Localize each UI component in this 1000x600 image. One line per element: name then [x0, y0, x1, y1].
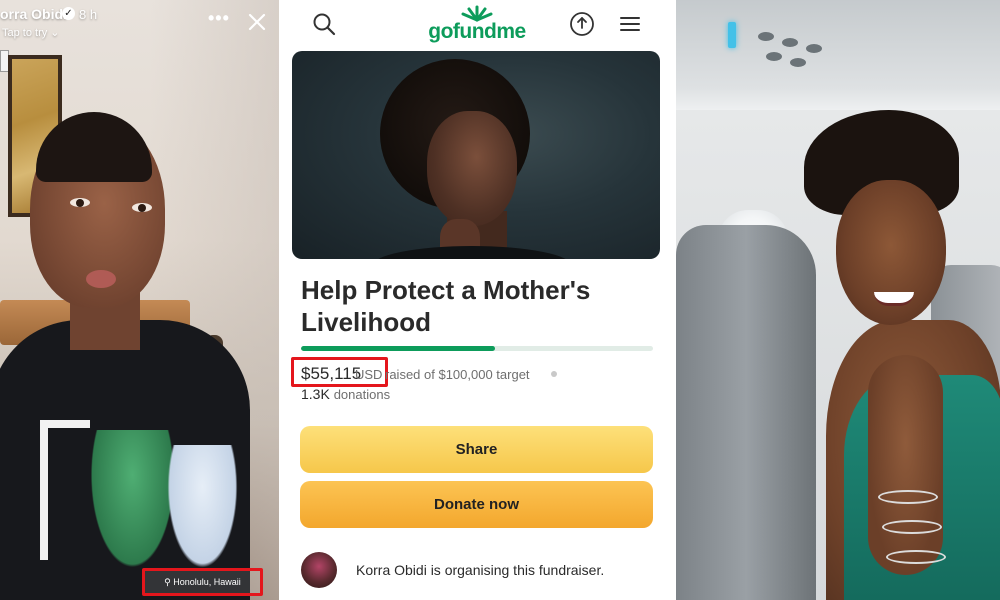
currency-code: USD: [355, 367, 383, 382]
donation-count: 1.3K donations: [301, 386, 390, 402]
more-options-icon[interactable]: •••: [208, 8, 230, 29]
organiser-avatar: [301, 552, 337, 588]
air-vents: [758, 28, 828, 68]
verified-badge-icon: ✓: [62, 7, 75, 20]
donate-now-button[interactable]: Donate now: [300, 481, 653, 528]
search-icon[interactable]: [311, 11, 337, 37]
story-username[interactable]: orra Obidi: [0, 6, 67, 22]
close-icon[interactable]: [247, 12, 267, 32]
screenshot-collage: orra Obidi ✓ 8 h Tap to try ⌄ ••• ⚲ Hono…: [0, 0, 1000, 600]
arm-bangle: [878, 490, 938, 504]
separator-dot: [551, 371, 557, 377]
shirt-print-character: [160, 445, 245, 585]
campaign-title: Help Protect a Mother's Livelihood: [301, 275, 591, 337]
eye: [132, 203, 152, 212]
overhead-panel: [676, 0, 1000, 110]
progress-fill: [301, 346, 495, 351]
story-time: 8 h: [79, 7, 98, 22]
share-button[interactable]: Share: [300, 426, 653, 473]
menu-icon[interactable]: [617, 11, 643, 37]
seat: [676, 225, 816, 600]
organiser-text: Korra Obidi is organising this fundraise…: [356, 562, 605, 578]
gofundme-panel: gofundme Help Protect a Mother's Livelih…: [279, 0, 676, 600]
arm-bangle: [886, 550, 946, 564]
story-header: orra Obidi ✓ 8 h Tap to try ⌄ •••: [0, 4, 279, 44]
location-tag[interactable]: ⚲ Honolulu, Hawaii: [142, 568, 263, 596]
story-panel: orra Obidi ✓ 8 h Tap to try ⌄ ••• ⚲ Hono…: [0, 0, 279, 600]
cabin-light: [728, 22, 736, 48]
share-upload-icon[interactable]: [569, 11, 595, 37]
raised-summary: $55,115 USD raised of $100,000 target: [291, 357, 661, 387]
airplane-photo: [676, 0, 1000, 600]
amount-raised: $55,115: [301, 364, 362, 383]
organiser-row[interactable]: Korra Obidi is organising this fundraise…: [301, 552, 661, 592]
fundraising-progress-bar: [301, 346, 653, 351]
eye: [70, 198, 90, 207]
gofundme-logo[interactable]: gofundme: [422, 4, 532, 44]
arm-bangle: [882, 520, 942, 534]
campaign-hero-image: [292, 51, 660, 259]
mouth: [86, 270, 116, 288]
target-text: raised of $100,000 target: [385, 367, 530, 382]
donation-number: 1.3K: [301, 386, 330, 402]
top-bar: gofundme: [279, 0, 676, 50]
logo-wordmark: gofundme: [428, 20, 526, 43]
tap-to-try-link[interactable]: Tap to try ⌄: [2, 26, 60, 39]
donation-word: donations: [333, 387, 391, 402]
